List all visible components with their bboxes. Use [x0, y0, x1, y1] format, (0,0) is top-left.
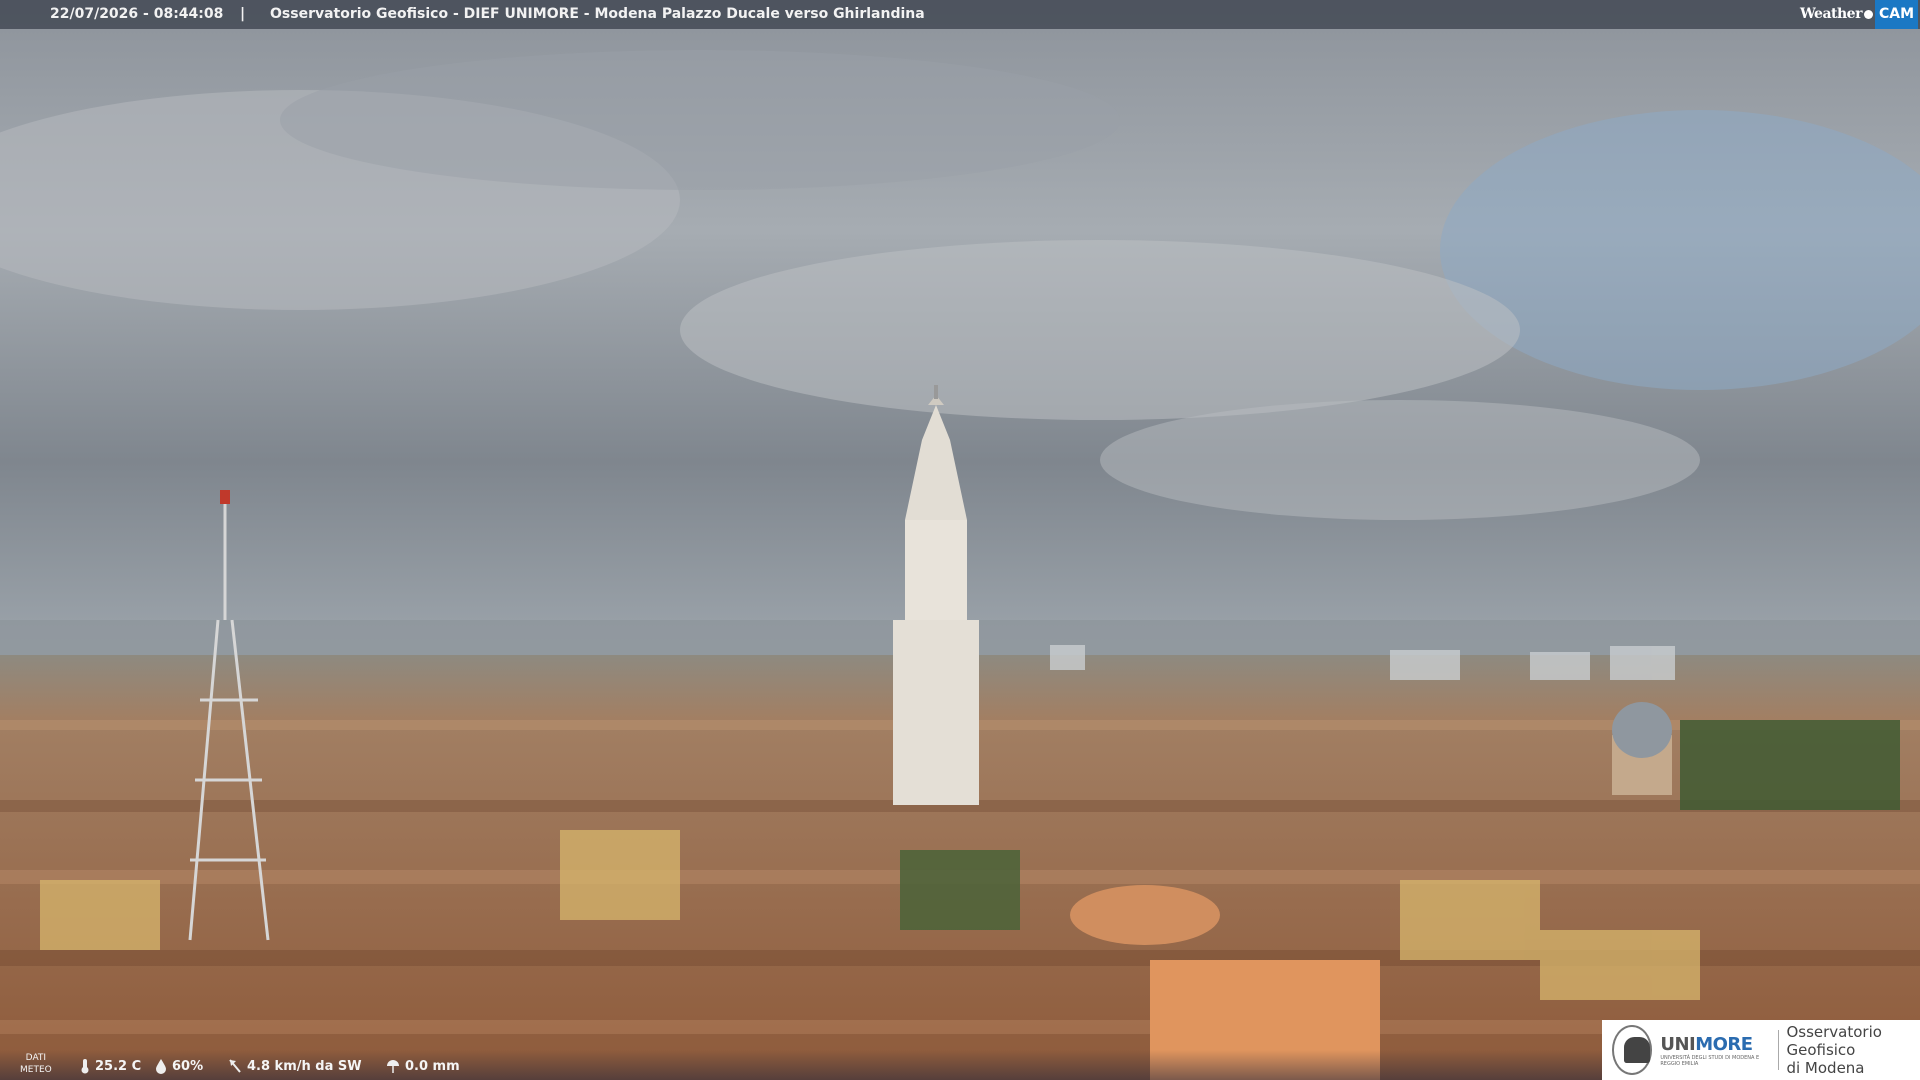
water-drop-icon — [156, 1059, 166, 1074]
separator: | — [240, 6, 246, 22]
unimore-prefix: UNI — [1660, 1033, 1696, 1055]
weather-label-line1: DATI — [25, 1053, 47, 1063]
dome — [1612, 702, 1672, 795]
cloud — [680, 240, 1520, 420]
thermometer-icon — [81, 1059, 89, 1074]
rain-value: 0.0 mm — [405, 1058, 460, 1074]
trees — [900, 850, 1020, 930]
cloud — [1100, 400, 1700, 520]
temperature-value: 25.2 C — [95, 1058, 142, 1074]
timestamp: 22/07/2026 - 08:44:08 — [50, 6, 224, 22]
round-building — [1070, 885, 1220, 945]
weather-data-label: DATI METEO — [20, 1052, 52, 1076]
temperature-readout: 25.2 C — [80, 1058, 141, 1074]
umbrella-icon — [387, 1060, 399, 1073]
weather-label-line2: METEO — [20, 1065, 52, 1075]
trees — [1680, 720, 1900, 810]
wind-value: 4.8 km/h da SW — [247, 1058, 362, 1074]
cloud — [280, 50, 1120, 190]
logo-divider — [1777, 1030, 1779, 1070]
observatory-name: Osservatorio Geofisico di Modena — [1786, 1023, 1920, 1077]
wind-vane-icon — [229, 1059, 241, 1073]
weathercam-logo-part1: Weather — [1799, 5, 1863, 22]
header-bar: 22/07/2026 - 08:44:08 | Osservatorio Geo… — [0, 0, 1920, 29]
university-seal-icon — [1612, 1025, 1653, 1075]
observatory-line2: di Modena — [1786, 1059, 1865, 1077]
weathercam-dot-icon — [1863, 9, 1873, 19]
unimore-wordmark: UNIMORE UNIVERSITÀ DEGLI STUDI DI MODENA… — [1660, 1034, 1769, 1067]
humidity-value: 60% — [172, 1058, 204, 1074]
weathercam-logo: Weather CAM — [1800, 0, 1918, 29]
unimore-subtitle: UNIVERSITÀ DEGLI STUDI DI MODENA E REGGI… — [1660, 1054, 1760, 1067]
observatory-line1: Osservatorio Geofisico — [1786, 1023, 1882, 1059]
camera-title: Osservatorio Geofisico - DIEF UNIMORE - … — [270, 6, 925, 22]
humidity-readout: 60% — [155, 1058, 203, 1074]
unimore-logo: UNIMORE UNIVERSITÀ DEGLI STUDI DI MODENA… — [1602, 1020, 1920, 1080]
weathercam-logo-part2: CAM — [1874, 0, 1918, 29]
webcam-image — [0, 0, 1920, 1080]
unimore-suffix: MORE — [1695, 1033, 1753, 1055]
wind-readout: 4.8 km/h da SW — [228, 1058, 362, 1074]
rain-readout: 0.0 mm — [386, 1058, 460, 1074]
